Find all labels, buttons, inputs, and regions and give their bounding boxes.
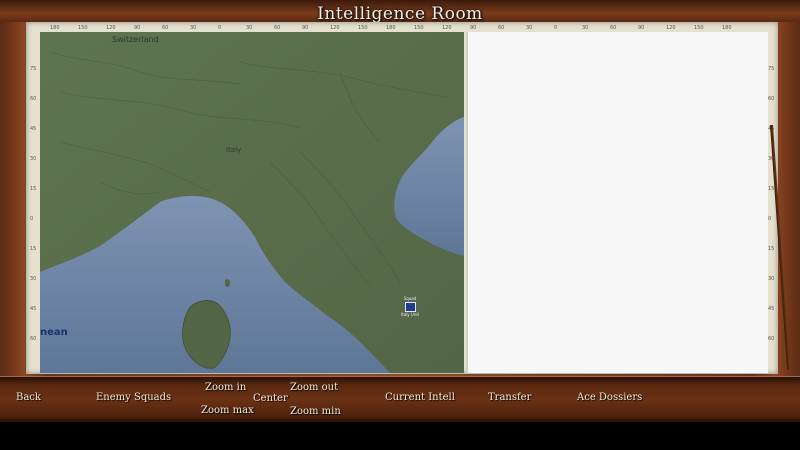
ruler-tick: 90	[134, 25, 141, 31]
unit-marker[interactable]: Squad Italy Unit	[397, 294, 423, 318]
ruler-tick: 60	[162, 25, 169, 31]
ruler-tick: 45	[768, 306, 775, 312]
ruler-tick: 180	[50, 25, 60, 31]
ruler-tick: 90	[638, 25, 645, 31]
map-terrain	[40, 32, 464, 373]
intel-detail-panel	[466, 32, 768, 373]
ruler-tick: 120	[330, 25, 340, 31]
enemy-squads-button[interactable]: Enemy Squads	[96, 392, 171, 403]
ruler-tick: 150	[694, 25, 704, 31]
ruler-tick: 120	[442, 25, 452, 31]
label-switzerland: Switzerland	[112, 35, 159, 44]
ruler-tick: 150	[414, 25, 424, 31]
label-sea: nean	[40, 327, 68, 338]
ruler-tick: 15	[30, 186, 37, 192]
zoom-out-button[interactable]: Zoom out	[290, 382, 338, 393]
ruler-tick: 45	[30, 306, 37, 312]
ruler-tick: 60	[610, 25, 617, 31]
ruler-tick: 0	[218, 25, 222, 31]
ruler-tick: 30	[526, 25, 533, 31]
ruler-tick: 150	[358, 25, 368, 31]
ruler-left: 75 60 45 30 15 0 15 30 45 60	[28, 40, 40, 370]
ruler-tick: 0	[554, 25, 558, 31]
ace-dossiers-button[interactable]: Ace Dossiers	[577, 392, 642, 403]
ruler-tick: 30	[246, 25, 253, 31]
ruler-tick: 15	[768, 246, 775, 252]
ruler-tick: 120	[106, 25, 116, 31]
ruler-tick: 60	[498, 25, 505, 31]
ruler-tick: 90	[470, 25, 477, 31]
ruler-tick: 15	[30, 246, 37, 252]
window-title: Intelligence Room	[317, 4, 483, 24]
ruler-tick: 30	[30, 276, 37, 282]
zoom-in-button[interactable]: Zoom in	[205, 382, 246, 393]
bottom-letterbox	[0, 422, 800, 450]
zoom-max-button[interactable]: Zoom max	[201, 405, 254, 416]
intel-map[interactable]: Switzerland Italy nean Squad Italy Unit	[40, 32, 464, 373]
ruler-tick: 75	[768, 66, 775, 72]
ruler-tick: 150	[78, 25, 88, 31]
label-italy: Italy	[226, 146, 242, 154]
ruler-tick: 60	[30, 336, 37, 342]
ruler-tick: 45	[30, 126, 37, 132]
ruler-tick: 0	[30, 216, 34, 222]
transfer-button[interactable]: Transfer	[488, 392, 531, 403]
ruler-tick: 75	[30, 66, 37, 72]
unit-flag-icon	[405, 302, 416, 312]
center-button[interactable]: Center	[253, 393, 288, 404]
bottom-toolbar: Back Enemy Squads Zoom in Zoom max Cente…	[0, 376, 800, 423]
unit-marker-label: Squad	[403, 296, 417, 301]
ruler-tick: 0	[768, 216, 772, 222]
back-button[interactable]: Back	[16, 392, 41, 403]
zoom-min-button[interactable]: Zoom min	[290, 406, 341, 417]
ruler-tick: 60	[274, 25, 281, 31]
ruler-tick: 30	[582, 25, 589, 31]
ruler-tick: 180	[722, 25, 732, 31]
ruler-tick: 30	[190, 25, 197, 31]
unit-marker-sublabel: Italy Unit	[400, 312, 420, 317]
ruler-tick: 120	[666, 25, 676, 31]
ruler-tick: 90	[302, 25, 309, 31]
ruler-tick: 30	[768, 276, 775, 282]
ruler-tick: 30	[30, 156, 37, 162]
current-intell-button[interactable]: Current Intell	[385, 392, 455, 403]
ruler-tick: 60	[30, 96, 37, 102]
ruler-tick: 180	[386, 25, 396, 31]
ruler-tick: 60	[768, 96, 775, 102]
ruler-tick: 60	[768, 336, 775, 342]
